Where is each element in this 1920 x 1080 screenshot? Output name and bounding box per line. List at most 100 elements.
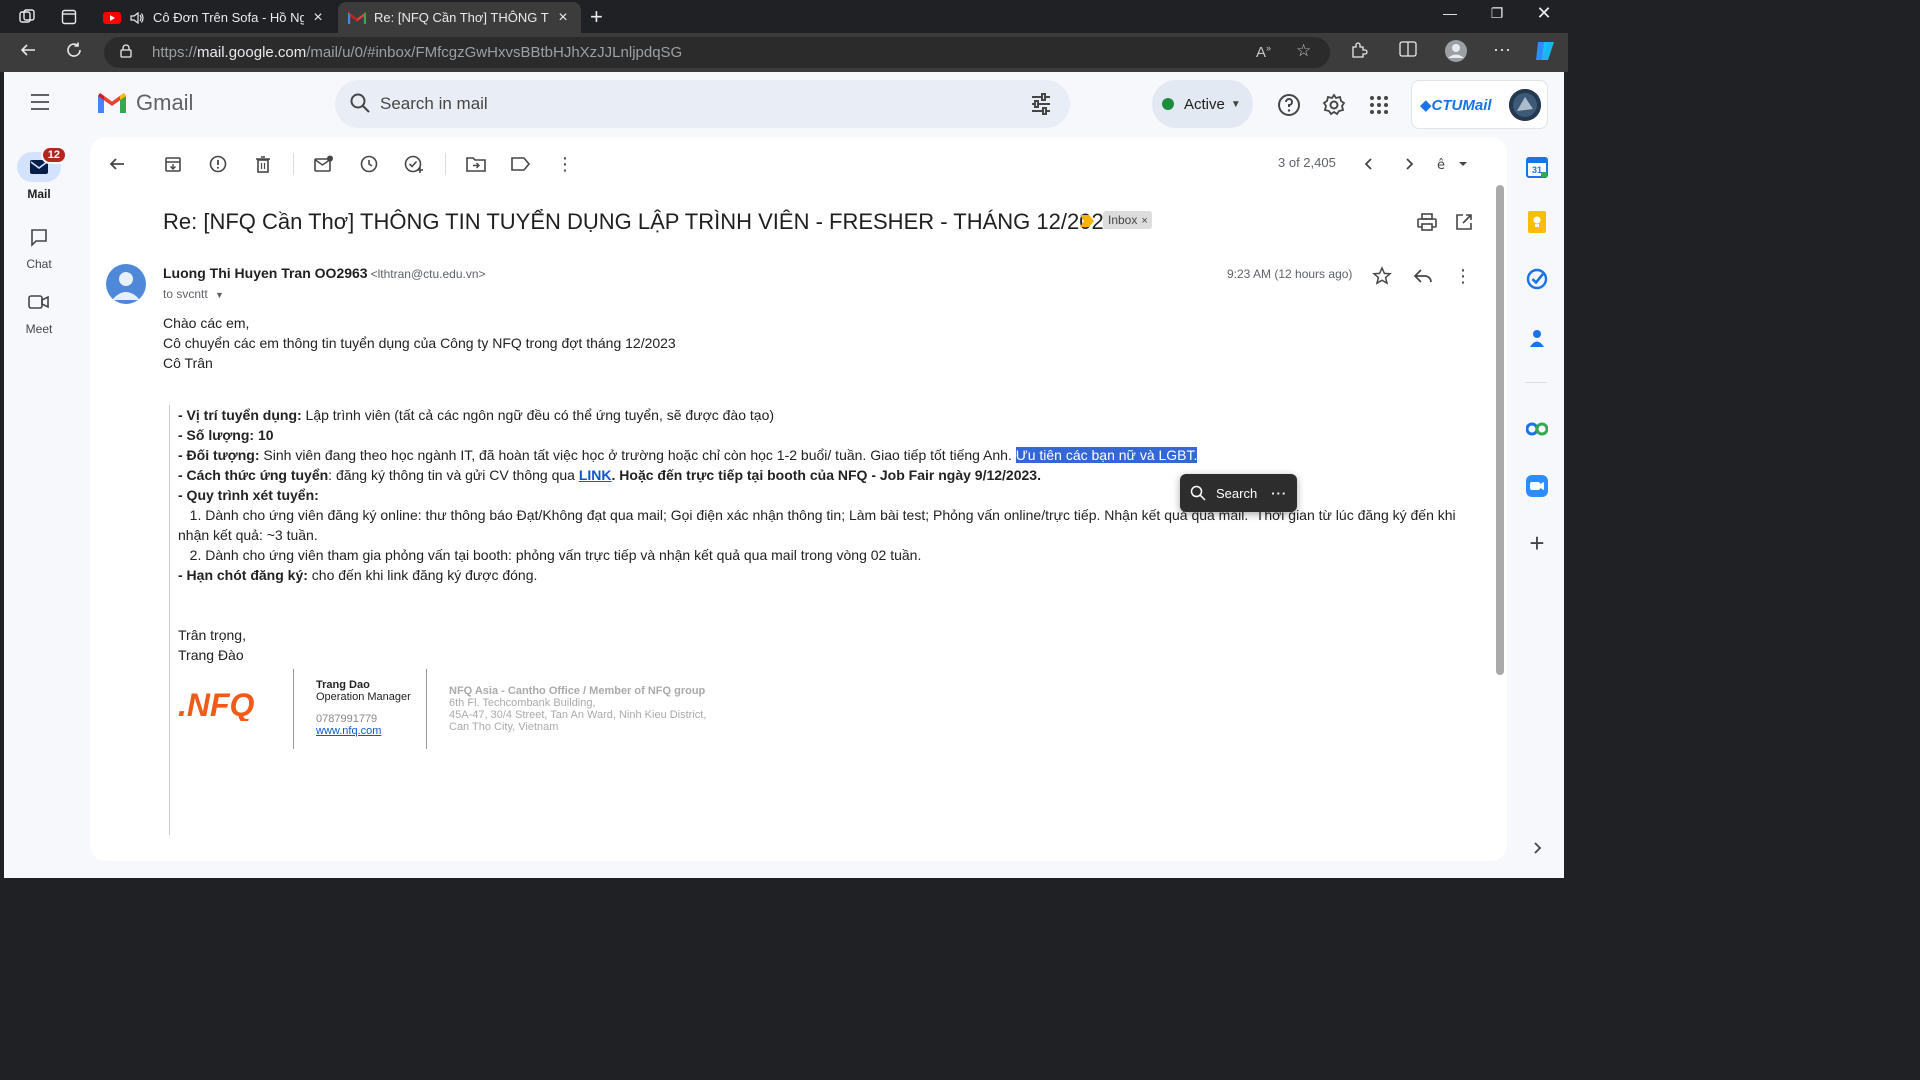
importance-marker-icon[interactable] (1080, 215, 1094, 227)
search-bar[interactable]: Search in mail (335, 80, 1070, 128)
selection-search-popup[interactable]: Search ··· (1180, 474, 1297, 512)
newer-chevron-icon[interactable] (1358, 153, 1380, 175)
report-spam-icon[interactable] (207, 153, 229, 175)
regards-name: Trang Đào (178, 647, 244, 663)
calendar-icon[interactable]: 31 (1525, 155, 1549, 179)
chat-icon (31, 229, 47, 247)
older-chevron-icon[interactable] (1398, 153, 1420, 175)
signature-contact: Trang Dao Operation Manager 0787991779 w… (316, 679, 411, 737)
side-panel-divider (1525, 382, 1547, 383)
workspaces-icon[interactable] (16, 6, 38, 28)
side-panel: 31 + (1511, 137, 1564, 877)
sender-name[interactable]: Luong Thi Huyen Tran OO2963 (163, 265, 368, 281)
regards: Trân trọng, (178, 627, 246, 643)
target-line: - Đối tượng: Sinh viên đang theo học ngà… (178, 447, 1198, 463)
favorite-star-icon[interactable]: ☆ (1296, 41, 1311, 61)
message-scrollbar[interactable] (1496, 185, 1504, 675)
email-subject: Re: [NFQ Cần Thơ] THÔNG TIN TUYỂN DỤNG L… (163, 209, 1116, 234)
new-tab-button[interactable]: + (590, 4, 603, 30)
nav-meet[interactable]: Meet (4, 287, 74, 336)
toolbar-divider (293, 153, 294, 175)
tab-gmail[interactable]: Re: [NFQ Cần Thơ] THÔNG TIN TUYỂN DỤNG × (338, 2, 581, 33)
copilot-icon[interactable] (1532, 38, 1558, 69)
archive-icon[interactable] (162, 153, 184, 175)
search-options-icon[interactable] (1030, 93, 1052, 118)
tab-youtube[interactable]: Cô Đơn Trên Sofa - Hồ Ngọc Hà × (93, 2, 336, 33)
delete-icon[interactable] (252, 153, 274, 175)
reply-icon[interactable] (1412, 265, 1434, 287)
add-to-tasks-icon[interactable] (403, 153, 425, 175)
window-close-icon[interactable]: ✕ (1521, 3, 1567, 24)
mark-unread-icon[interactable] (313, 153, 335, 175)
help-icon[interactable] (1276, 92, 1302, 118)
split-screen-icon[interactable] (1399, 41, 1417, 62)
recipient-line[interactable]: to svcntt ▼ (163, 287, 224, 301)
back-icon[interactable] (16, 41, 40, 65)
gmail-logo-text: Gmail (136, 90, 194, 115)
main-menu-icon[interactable] (28, 94, 52, 114)
chevron-down-icon: ▼ (1230, 98, 1241, 110)
tasks-icon[interactable] (1525, 267, 1549, 291)
maximize-icon[interactable]: ❐ (1474, 5, 1520, 22)
contacts-icon[interactable] (1525, 326, 1549, 350)
sender-line[interactable]: Luong Thi Huyen Tran OO2963 <lthtran@ctu.… (163, 265, 486, 281)
popup-more-icon[interactable]: ··· (1271, 486, 1287, 501)
close-tab-icon[interactable]: × (310, 9, 326, 27)
profile-icon[interactable] (1444, 39, 1468, 68)
minimize-icon[interactable]: — (1427, 5, 1473, 21)
gmail-logo[interactable]: Gmail (96, 90, 193, 116)
inbox-label-chip[interactable]: Inbox × (1103, 211, 1152, 229)
refresh-icon[interactable] (62, 41, 86, 65)
more-options-icon[interactable]: ··· (1493, 39, 1511, 60)
extensions-icon[interactable] (1350, 41, 1368, 64)
back-to-inbox-icon[interactable] (106, 153, 128, 175)
signature-website-link[interactable]: www.nfq.com (316, 725, 411, 737)
status-dropdown[interactable]: Active ▼ (1152, 80, 1253, 128)
ctumail-logo: ◆CTUMail (1420, 97, 1492, 114)
zoom-icon[interactable] (1525, 474, 1549, 498)
get-addons-plus-icon[interactable]: + (1525, 528, 1549, 558)
snooze-clock-icon[interactable] (358, 153, 380, 175)
signature-phone: 0787991779 (316, 713, 378, 725)
addon-icon[interactable] (1525, 417, 1549, 441)
lock-icon[interactable] (120, 44, 132, 61)
quoted-content: - Vị trí tuyển dụng: Lập trình viên (tất… (169, 405, 1479, 835)
read-aloud-icon[interactable]: A» (1256, 43, 1271, 61)
search-icon[interactable] (349, 92, 371, 117)
signature-divider (293, 669, 294, 749)
popup-search-label[interactable]: Search (1216, 486, 1257, 501)
input-tools-icon[interactable]: ê (1433, 153, 1469, 175)
apps-grid-icon[interactable] (1366, 92, 1392, 118)
message-view: ⋮ 3 of 2,405 ê Re: [NFQ Cần Thơ] THÔNG T… (90, 137, 1507, 861)
label-icon[interactable] (510, 153, 532, 175)
signature-divider (426, 669, 427, 749)
search-input[interactable]: Search in mail (380, 94, 488, 114)
nav-mail[interactable]: 12 Mail (4, 146, 74, 201)
address-bar[interactable]: https://mail.google.com/mail/u/0/#inbox/… (104, 37, 1330, 68)
hide-side-panel-chevron-icon[interactable] (1525, 836, 1549, 860)
sender-avatar[interactable] (106, 264, 146, 304)
selected-text: Ưu tiên các bạn nữ và LGBT. (1015, 447, 1198, 463)
keep-notes-icon[interactable] (1525, 210, 1549, 234)
nav-chat[interactable]: Chat (4, 222, 74, 271)
close-tab-icon[interactable]: × (555, 9, 571, 27)
signature-role: Operation Manager (316, 691, 411, 703)
account-switcher[interactable]: ◆CTUMail (1411, 80, 1548, 129)
nav-chat-label: Chat (26, 257, 52, 271)
signature-address: NFQ Asia - Cantho Office / Member of NFQ… (449, 685, 706, 733)
caret-down-icon[interactable]: ▼ (215, 290, 224, 300)
tab-title: Cô Đơn Trên Sofa - Hồ Ngọc Hà (153, 10, 304, 25)
tab-actions-icon[interactable] (58, 6, 80, 28)
more-vert-icon[interactable]: ⋮ (554, 153, 576, 175)
move-to-icon[interactable] (465, 153, 487, 175)
message-more-vert-icon[interactable]: ⋮ (1452, 265, 1474, 287)
apply-link[interactable]: LINK (579, 467, 612, 483)
open-in-new-window-icon[interactable] (1455, 213, 1473, 234)
gmail-page: Gmail Search in mail Active ▼ ◆CTUMail 1… (4, 72, 1564, 878)
remove-label-icon[interactable]: × (1141, 215, 1147, 227)
speaker-icon[interactable] (129, 10, 145, 26)
star-icon[interactable] (1371, 265, 1393, 287)
avatar[interactable] (1509, 89, 1541, 121)
settings-gear-icon[interactable] (1321, 92, 1347, 118)
print-icon[interactable] (1417, 213, 1437, 234)
